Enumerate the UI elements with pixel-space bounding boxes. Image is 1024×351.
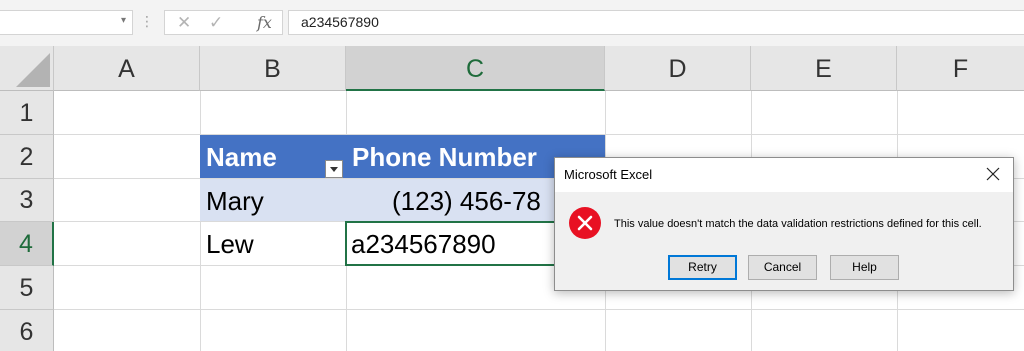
formula-bar-area: ▾ ⋮ ✕ ✓ fx a234567890 [0,0,1024,46]
select-all-triangle-icon [16,53,50,87]
table-cell-b3[interactable]: Mary [200,179,346,221]
column-header-d[interactable]: D [605,46,751,91]
column-header-b[interactable]: B [200,46,346,91]
select-all-corner[interactable] [0,46,54,91]
column-header-f[interactable]: F [897,46,1024,91]
table-header-label: Name [206,142,277,172]
dialog-title: Microsoft Excel [564,167,653,182]
row-header-5[interactable]: 5 [0,266,54,310]
table-header-label: Phone Number [352,142,537,172]
row-header-1[interactable]: 1 [0,91,54,135]
row-header-2[interactable]: 2 [0,135,54,179]
dialog-message: This value doesn't match the data valida… [614,218,982,230]
row-header-6[interactable]: 6 [0,310,54,351]
dialog-title-bar: Microsoft Excel [555,158,1013,192]
row-header-3[interactable]: 3 [0,179,54,222]
close-icon[interactable] [985,166,1001,182]
formula-input[interactable]: a234567890 [288,10,1024,35]
retry-button[interactable]: Retry [668,255,737,280]
column-header-e[interactable]: E [751,46,897,91]
filter-dropdown-icon[interactable] [325,160,343,178]
name-box[interactable]: ▾ [0,10,133,35]
table-cell-b4[interactable]: Lew [200,222,346,265]
active-cell-outline [345,221,557,266]
error-icon [569,207,601,239]
help-button[interactable]: Help [830,255,899,280]
dialog-body: This value doesn't match the data valida… [555,192,1013,290]
column-header-a[interactable]: A [54,46,200,91]
close-icon[interactable]: ✕ [177,12,191,34]
cancel-button[interactable]: Cancel [748,255,817,280]
insert-function-button[interactable]: fx [257,12,272,34]
validation-error-dialog: Microsoft Excel This value doesn't match… [554,157,1014,291]
drag-handle-icon[interactable]: ⋮ [140,12,154,32]
grid-line [54,309,1024,310]
row-header-4[interactable]: 4 [0,222,54,266]
formula-function-buttons: ✕ ✓ fx [164,10,283,35]
chevron-down-icon[interactable]: ▾ [121,15,126,26]
column-header-c[interactable]: C [346,46,605,91]
checkmark-icon[interactable]: ✓ [209,12,223,34]
